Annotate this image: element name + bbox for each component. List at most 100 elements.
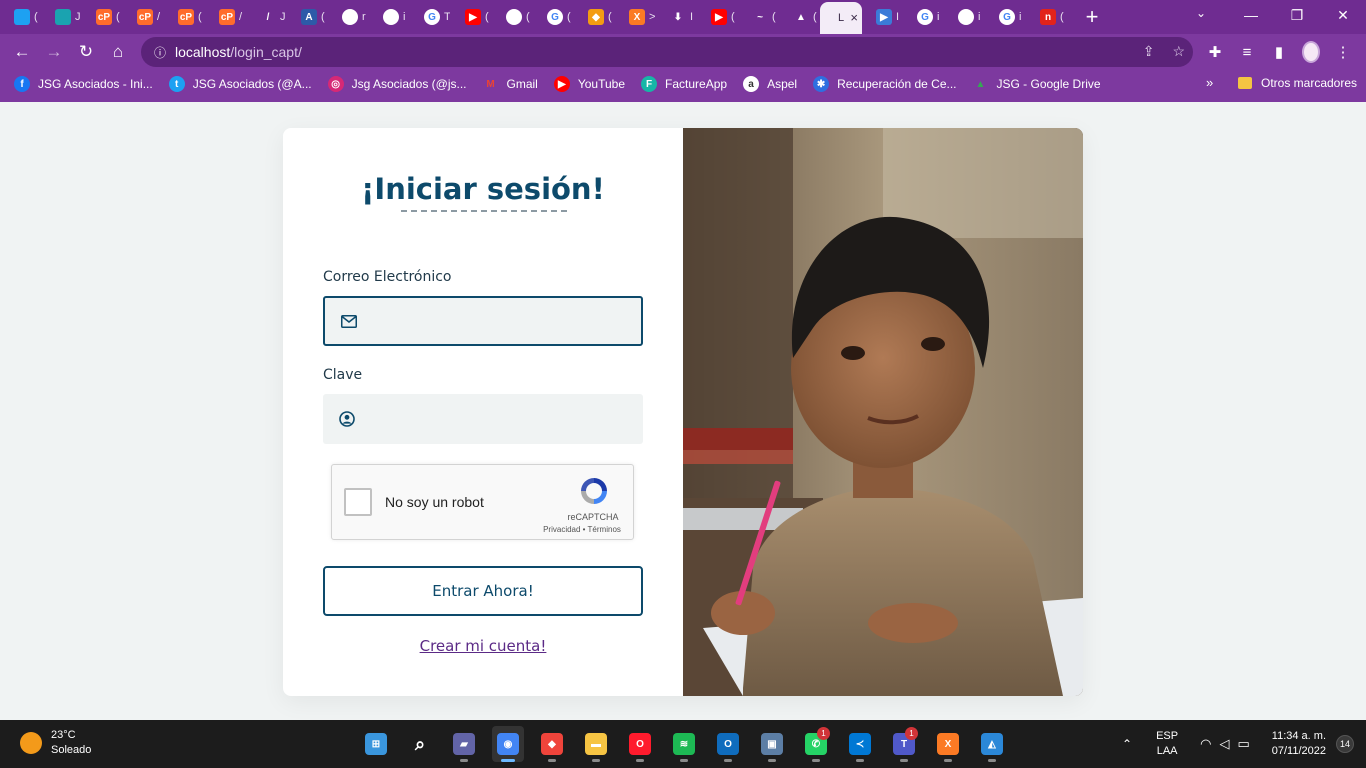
browser-tab[interactable]: Gi: [903, 0, 944, 34]
tab-search-icon[interactable]: ⌄: [1196, 6, 1206, 20]
notification-count-badge[interactable]: 14: [1336, 735, 1354, 753]
remote-desktop-icon: ▣: [761, 733, 783, 755]
taskbar-app[interactable]: ◆: [536, 726, 568, 762]
file-explorer-icon: ▬: [585, 733, 607, 755]
site-info-icon[interactable]: ⓘ: [145, 44, 175, 61]
battery-icon[interactable]: ▭: [1237, 736, 1249, 752]
weather-widget[interactable]: 23°C Soleado: [20, 728, 91, 758]
bookmark-item[interactable]: ◎ Jsg Asociados (@js...: [327, 76, 467, 92]
taskbar-app[interactable]: O: [624, 726, 656, 762]
browser-tab[interactable]: / J: [246, 0, 287, 34]
browser-tab[interactable]: G(: [533, 0, 574, 34]
bookmark-star-icon[interactable]: ☆: [1172, 43, 1185, 60]
tab-title: (: [1060, 11, 1064, 23]
bookmark-item[interactable]: M Gmail: [483, 76, 538, 92]
taskbar-app[interactable]: O: [712, 726, 744, 762]
browser-tab[interactable]: ⬇ I: [656, 0, 697, 34]
tab-title: L: [838, 12, 845, 24]
taskbar-app[interactable]: X: [932, 726, 964, 762]
browser-tab[interactable]: i: [944, 0, 985, 34]
bookmark-item[interactable]: ▶ YouTube: [553, 76, 625, 92]
email-input[interactable]: [367, 298, 641, 344]
side-panel-icon[interactable]: ▮: [1270, 43, 1288, 61]
volume-icon[interactable]: ◁: [1219, 736, 1229, 752]
browser-tab[interactable]: Gi: [985, 0, 1026, 34]
forward-icon[interactable]: →: [38, 42, 70, 62]
app-badge: 1: [905, 727, 918, 740]
password-field[interactable]: [323, 394, 643, 444]
taskbar-app[interactable]: ≺: [844, 726, 876, 762]
browser-tab-active[interactable]: L ×: [820, 2, 862, 34]
create-account-link[interactable]: Crear mi cuenta!: [283, 637, 683, 655]
taskbar-app[interactable]: ▬: [580, 726, 612, 762]
system-tray: ⌃ ESP LAA ◠ ◁ ▭ 11:34 a. m. 07/11/2022 1…: [1122, 720, 1366, 768]
taskbar-app[interactable]: ▰: [448, 726, 480, 762]
wifi-icon[interactable]: ◠: [1200, 736, 1211, 752]
recaptcha-checkbox[interactable]: [344, 488, 372, 516]
browser-tab[interactable]: ▲(: [779, 0, 820, 34]
browser-tab[interactable]: ~(: [738, 0, 779, 34]
taskbar-app[interactable]: ≋: [668, 726, 700, 762]
browser-tab[interactable]: n(: [1026, 0, 1067, 34]
bookmarks-overflow-icon[interactable]: »: [1206, 75, 1213, 90]
bookmark-item[interactable]: t JSG Asociados (@A...: [168, 76, 312, 92]
share-icon[interactable]: ⇪: [1143, 43, 1155, 60]
taskbar-app[interactable]: T1: [888, 726, 920, 762]
running-indicator: [548, 759, 556, 762]
browser-tab[interactable]: J: [41, 0, 82, 34]
browser-tab[interactable]: i: [369, 0, 410, 34]
browser-tab[interactable]: A(: [287, 0, 328, 34]
email-field[interactable]: [323, 296, 643, 346]
reload-icon[interactable]: ↻: [70, 42, 102, 62]
password-input[interactable]: [365, 394, 643, 444]
address-bar[interactable]: ⓘ localhost/login_capt/ ⇪ ☆: [141, 37, 1193, 67]
browser-tab[interactable]: (: [0, 0, 41, 34]
browser-tab[interactable]: cP (: [164, 0, 205, 34]
taskbar-app[interactable]: ◉: [492, 726, 524, 762]
language-indicator[interactable]: ESP LAA: [1156, 729, 1178, 759]
bookmark-label: JSG Asociados (@A...: [192, 77, 312, 91]
menu-kebab-icon[interactable]: ⋮: [1334, 43, 1352, 61]
browser-tab[interactable]: cP /: [205, 0, 246, 34]
browser-tab[interactable]: ▶(: [697, 0, 738, 34]
browser-tab[interactable]: cP /: [123, 0, 164, 34]
recaptcha-label: No soy un robot: [385, 494, 484, 510]
bookmark-item[interactable]: a Aspel: [743, 76, 797, 92]
browser-tab[interactable]: ◆(: [574, 0, 615, 34]
extensions-icon[interactable]: ✚: [1206, 43, 1224, 61]
submit-button[interactable]: Entrar Ahora!: [323, 566, 643, 616]
tray-chevron-icon[interactable]: ⌃: [1122, 737, 1132, 751]
bookmark-item[interactable]: ▲ JSG - Google Drive: [973, 76, 1101, 92]
new-tab-button[interactable]: +: [1077, 4, 1107, 30]
browser-tab[interactable]: X >: [615, 0, 656, 34]
browser-tab[interactable]: cP (: [82, 0, 123, 34]
taskbar-app[interactable]: ⌕: [404, 726, 436, 762]
taskbar-app[interactable]: ▣: [756, 726, 788, 762]
restore-button[interactable]: ❐: [1274, 0, 1320, 34]
browser-tab[interactable]: ▶ I: [862, 0, 903, 34]
browser-tab[interactable]: (: [492, 0, 533, 34]
taskbar-app[interactable]: ◭: [976, 726, 1008, 762]
cpanel-icon: cP: [137, 9, 153, 25]
taskbar-app[interactable]: ✆ 1: [800, 726, 832, 762]
home-icon[interactable]: ⌂: [102, 42, 134, 62]
taskbar-app[interactable]: ⊞: [360, 726, 392, 762]
search-icon: ⌕: [409, 733, 431, 755]
other-bookmarks-folder[interactable]: Otros marcadores: [1238, 76, 1357, 90]
minimize-button[interactable]: —: [1228, 0, 1274, 34]
media-control-icon[interactable]: ≡: [1238, 44, 1256, 61]
close-window-button[interactable]: ✕: [1320, 0, 1366, 34]
recaptcha-links[interactable]: Privacidad • Términos: [532, 525, 632, 534]
bookmark-item[interactable]: f JSG Asociados - Ini...: [14, 76, 153, 92]
browser-tab[interactable]: GT: [410, 0, 451, 34]
bookmark-item[interactable]: F FactureApp: [641, 76, 727, 92]
gmail-icon: M: [486, 78, 495, 90]
bookmark-item[interactable]: ✱ Recuperación de Ce...: [813, 76, 957, 92]
browser-tab[interactable]: ▶(: [451, 0, 492, 34]
profile-avatar[interactable]: [1302, 41, 1320, 63]
clock[interactable]: 11:34 a. m. 07/11/2022: [1272, 729, 1326, 759]
browser-tab[interactable]: r: [328, 0, 369, 34]
back-icon[interactable]: ←: [6, 42, 38, 62]
url-text[interactable]: localhost/login_capt/: [175, 44, 302, 60]
close-tab-icon[interactable]: ×: [850, 10, 858, 25]
